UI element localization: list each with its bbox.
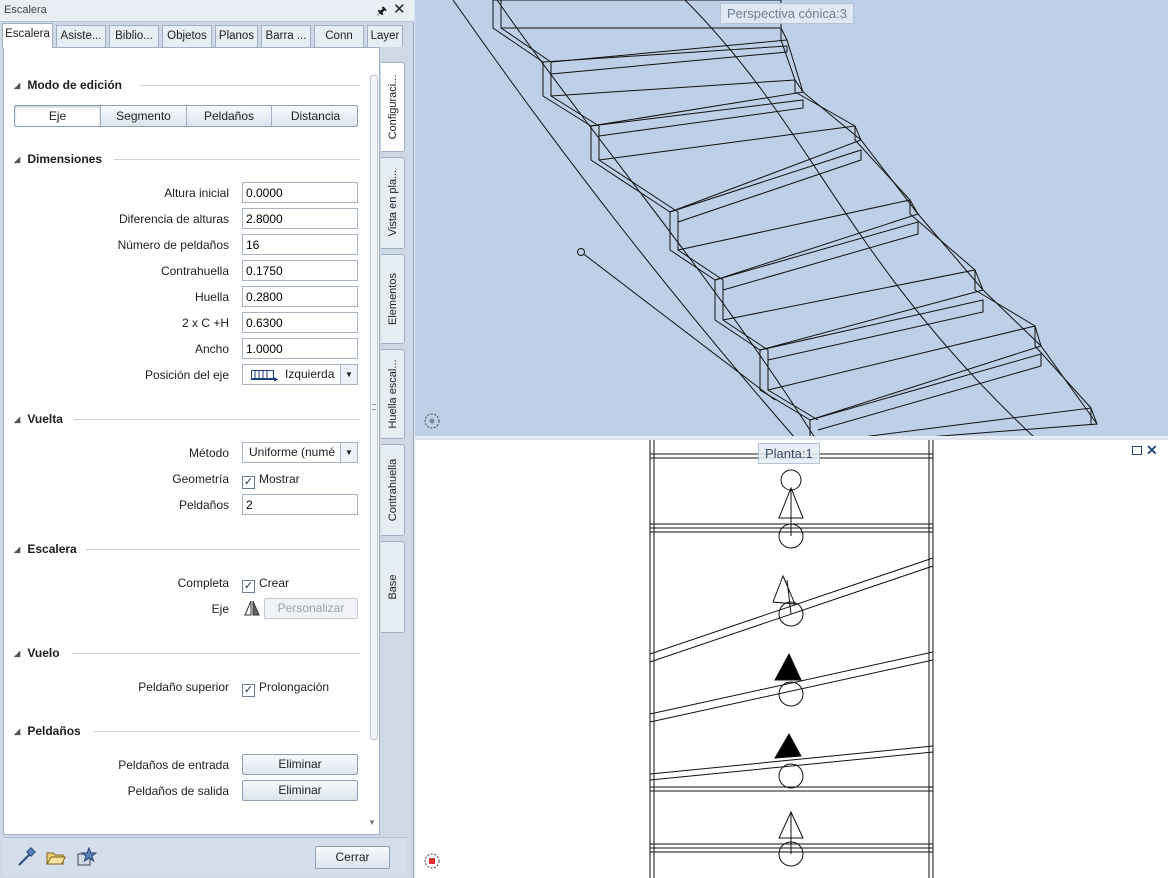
sidetab-elementos[interactable]: Elementos (381, 254, 405, 344)
diferencia-alturas-input[interactable] (242, 208, 358, 229)
sidetab-huella-escalon[interactable]: Huella escal... (381, 349, 405, 439)
tab-layer[interactable]: Layer (367, 25, 403, 47)
check-icon[interactable]: ✓ (242, 684, 255, 697)
tab-asistente[interactable]: Asiste... (56, 25, 106, 47)
section-modo-edicion[interactable]: ◢ Modo de edición (14, 78, 360, 92)
label-ancho: Ancho (194, 342, 229, 356)
stair-perspective-drawing (452, 0, 1098, 436)
favorites-icon[interactable] (75, 846, 97, 868)
tab-biblioteca[interactable]: Biblio... (109, 25, 159, 47)
vuelta-peldanos-input[interactable] (242, 494, 358, 515)
label-formula: 2 x C +H (181, 316, 229, 330)
label-altura-inicial: Altura inicial (164, 186, 229, 200)
dropdown-arrow-icon[interactable]: ▼ (340, 365, 357, 384)
label-peldanos-salida: Peldaños de salida (127, 784, 229, 798)
tab-escalera[interactable]: Escalera (2, 23, 53, 48)
contrahuella-input[interactable] (242, 260, 358, 281)
axis-position-icon (251, 370, 278, 381)
palette-tabs: Escalera Asiste... Biblio... Objetos Pla… (0, 23, 414, 48)
ancho-input[interactable] (242, 338, 358, 359)
collapse-arrow-icon[interactable]: ◢ (14, 81, 24, 90)
palette-title: Escalera (4, 4, 47, 16)
cerrar-button[interactable]: Cerrar (315, 846, 390, 869)
segment-eje[interactable]: Eje (15, 106, 100, 126)
label-contrahuella: Contrahuella (160, 264, 229, 278)
plan-view-label[interactable]: Planta:1 (758, 443, 820, 464)
posicion-eje-dropdown[interactable]: Izquierda ▼ (242, 364, 358, 385)
collapse-arrow-icon[interactable]: ◢ (14, 727, 24, 736)
close-view-icon[interactable]: ✕ (1146, 442, 1158, 459)
palette-footer: Cerrar (3, 837, 407, 877)
label-numero-peldanos: Número de peldaños (117, 238, 229, 252)
plan-viewport[interactable]: Planta:1 ✕ (415, 440, 1168, 878)
label-diferencia-alturas: Diferencia de alturas (118, 212, 229, 226)
label-vuelta-peldanos: Peldaños (178, 498, 229, 512)
label-peldanos-entrada: Peldaños de entrada (118, 758, 229, 772)
segment-segmento[interactable]: Segmento (100, 106, 186, 126)
tab-planos[interactable]: Planos (215, 25, 258, 47)
mirror-icon[interactable] (244, 600, 260, 616)
eliminar-salida-button[interactable]: Eliminar (242, 780, 358, 801)
folder-open-icon[interactable] (45, 846, 67, 868)
segment-distancia[interactable]: Distancia (271, 106, 357, 126)
label-peldano-superior: Peldaño superior (138, 680, 229, 694)
eliminar-entrada-button[interactable]: Eliminar (242, 754, 358, 775)
perspective-view-label[interactable]: Perspectiva cónica:3 (720, 3, 854, 24)
collapse-arrow-icon[interactable]: ◢ (14, 545, 24, 554)
navigation-icon[interactable] (423, 412, 441, 430)
label-posicion-eje: Posición del eje (144, 368, 229, 382)
properties-panel: ◢ Modo de edición Eje Segmento Peldaños … (3, 47, 380, 835)
perspective-viewport[interactable]: Perspectiva cónica:3 (415, 0, 1168, 438)
metodo-dropdown[interactable]: Uniforme (numé ▼ (242, 442, 358, 463)
label-metodo: Método (188, 446, 229, 460)
dropdown-arrow-icon[interactable]: ▼ (340, 443, 357, 462)
side-tabs: Configuraci... Vista en pla... Elementos… (381, 62, 405, 642)
section-escalera[interactable]: ◢ Escalera (14, 542, 360, 556)
personalizar-button[interactable]: Personalizar (264, 598, 358, 619)
label-eje: Eje (211, 602, 229, 616)
sidetab-configuracion[interactable]: Configuraci... (381, 62, 405, 152)
sidetab-vista-planta[interactable]: Vista en pla... (381, 157, 405, 249)
section-vuelta[interactable]: ◢ Vuelta (14, 412, 360, 426)
collapse-arrow-icon[interactable]: ◢ (14, 155, 24, 164)
completa-checkbox[interactable]: ✓ Crear (242, 576, 289, 593)
edit-mode-selector: Eje Segmento Peldaños Distancia (14, 105, 358, 127)
collapse-arrow-icon[interactable]: ◢ (14, 415, 24, 424)
stair-palette: Escalera 🖈 ✕ Escalera Asiste... Biblio..… (0, 0, 414, 878)
scroll-grip-icon[interactable] (372, 404, 376, 410)
segment-peldanos[interactable]: Peldaños (186, 106, 271, 126)
section-dimensiones[interactable]: ◢ Dimensiones (14, 152, 360, 166)
stair-plan-drawing (649, 440, 934, 878)
check-icon[interactable]: ✓ (242, 476, 255, 489)
close-icon[interactable]: ✕ (393, 0, 406, 18)
scroll-down-icon[interactable]: ▼ (368, 818, 376, 827)
tab-conn[interactable]: Conn (314, 25, 364, 47)
section-peldanos[interactable]: ◢ Peldaños (14, 724, 360, 738)
numero-peldanos-input[interactable] (242, 234, 358, 255)
sidetab-base[interactable]: Base (381, 541, 405, 633)
section-vuelo[interactable]: ◢ Vuelo (14, 646, 360, 660)
geometria-checkbox[interactable]: ✓ Mostrar (242, 472, 300, 489)
formula-input[interactable] (242, 312, 358, 333)
pin-icon[interactable]: 🖈 (376, 2, 387, 23)
prolongacion-checkbox[interactable]: ✓ Prolongación (242, 680, 329, 697)
sidetab-contrahuella[interactable]: Contrahuella (381, 444, 405, 536)
label-completa: Completa (177, 576, 229, 590)
label-huella: Huella (194, 290, 229, 304)
collapse-arrow-icon[interactable]: ◢ (14, 649, 24, 658)
palette-titlebar: Escalera 🖈 ✕ (0, 0, 414, 22)
tab-objetos[interactable]: Objetos (162, 25, 212, 47)
tab-barra[interactable]: Barra ... (261, 25, 311, 47)
altura-inicial-input[interactable] (242, 182, 358, 203)
label-geometria: Geometría (172, 472, 229, 486)
check-icon[interactable]: ✓ (242, 580, 255, 593)
panel-scrollbar[interactable] (370, 75, 378, 740)
huella-input[interactable] (242, 286, 358, 307)
navigation-icon[interactable] (423, 852, 441, 870)
maximize-icon[interactable] (1132, 446, 1142, 455)
pipette-icon[interactable] (15, 846, 37, 868)
